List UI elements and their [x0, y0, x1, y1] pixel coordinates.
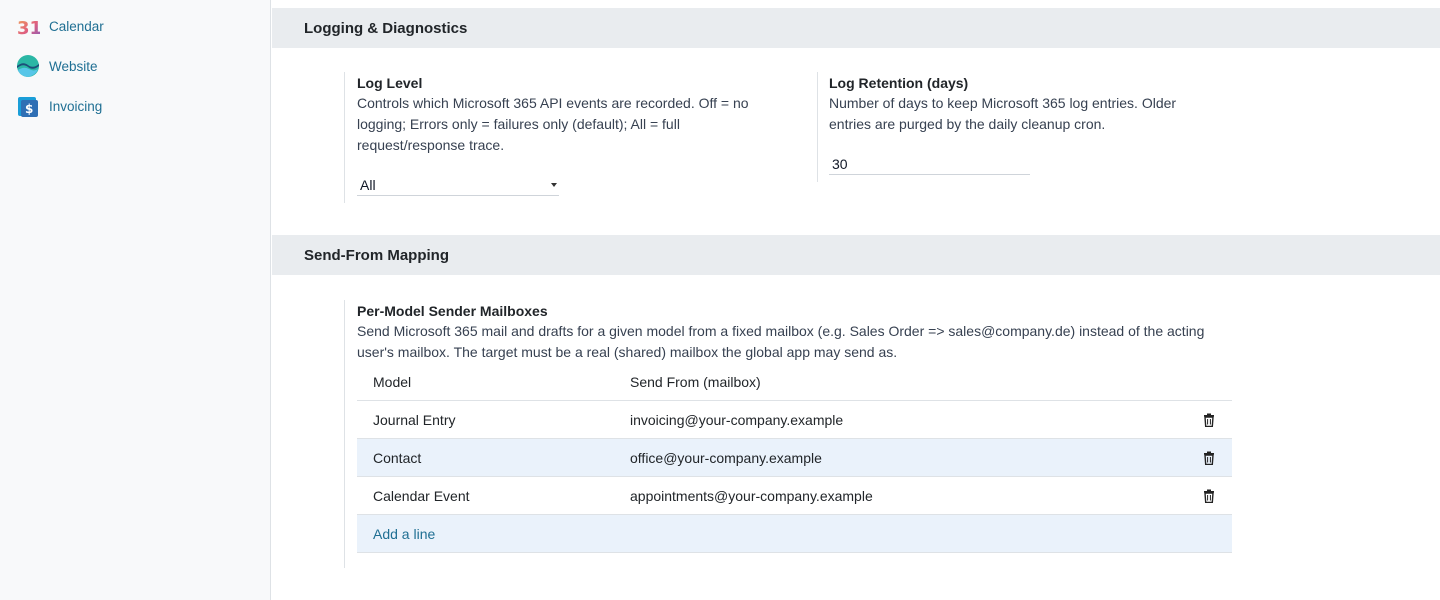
setting-divider: [344, 300, 345, 568]
column-header-send-from[interactable]: Send From (mailbox): [630, 374, 761, 390]
svg-text:$: $: [25, 102, 33, 116]
cell-mailbox: appointments@your-company.example: [630, 488, 873, 504]
trash-icon[interactable]: [1202, 413, 1216, 428]
add-line-link[interactable]: Add a line: [373, 526, 435, 542]
table-row[interactable]: Calendar Event appointments@your-company…: [357, 477, 1232, 515]
section-header-logging: Logging & Diagnostics: [272, 8, 1440, 48]
log-retention-input[interactable]: 30: [829, 153, 1030, 175]
cell-mailbox: invoicing@your-company.example: [630, 412, 844, 428]
cell-mailbox: office@your-company.example: [630, 450, 822, 466]
log-retention-title: Log Retention (days): [829, 75, 969, 91]
trash-icon[interactable]: [1202, 489, 1216, 504]
invoicing-icon: $: [16, 94, 40, 118]
cell-model: Calendar Event: [373, 488, 470, 504]
sidebar-item-calendar[interactable]: 31 Calendar: [16, 14, 104, 38]
log-level-select[interactable]: All: [357, 174, 559, 196]
sidebar-item-label: Website: [49, 58, 98, 74]
sidebar-item-website[interactable]: Website: [16, 54, 98, 78]
website-icon: [16, 54, 40, 78]
sidebar-item-label: Invoicing: [49, 98, 103, 114]
log-level-description: Controls which Microsoft 365 API events …: [357, 95, 749, 153]
dropdown-caret-icon: [551, 183, 557, 187]
sidebar-item-invoicing[interactable]: $ Invoicing: [16, 94, 102, 118]
sender-mailboxes-title: Per-Model Sender Mailboxes: [357, 303, 548, 319]
table-row[interactable]: Contact office@your-company.example: [357, 439, 1232, 477]
sidebar-item-label: Calendar: [49, 18, 104, 34]
column-header-model[interactable]: Model: [373, 374, 411, 390]
log-retention-value: 30: [832, 155, 848, 172]
log-level-selected-value: All: [360, 176, 376, 193]
setting-divider: [344, 72, 345, 203]
calendar-icon: 31: [16, 14, 40, 38]
log-retention-description: Number of days to keep Microsoft 365 log…: [829, 95, 1177, 132]
section-header-send-from: Send-From Mapping: [272, 235, 1440, 275]
cell-model: Contact: [373, 450, 422, 466]
svg-text:31: 31: [17, 18, 40, 38]
app-sidebar: 31 Calendar Website $ Invoicing: [0, 0, 271, 600]
add-line-row: Add a line: [357, 515, 1232, 553]
table-row[interactable]: Journal Entry invoicing@your-company.exa…: [357, 401, 1232, 439]
sender-mailboxes-description: Send Microsoft 365 mail and drafts for a…: [357, 323, 1205, 360]
trash-icon[interactable]: [1202, 451, 1216, 466]
setting-divider: [817, 72, 818, 182]
settings-content: Logging & Diagnostics Log Level Controls…: [272, 0, 1440, 600]
log-level-title: Log Level: [357, 75, 423, 91]
table-header: Model Send From (mailbox): [357, 363, 1232, 401]
cell-model: Journal Entry: [373, 412, 456, 428]
